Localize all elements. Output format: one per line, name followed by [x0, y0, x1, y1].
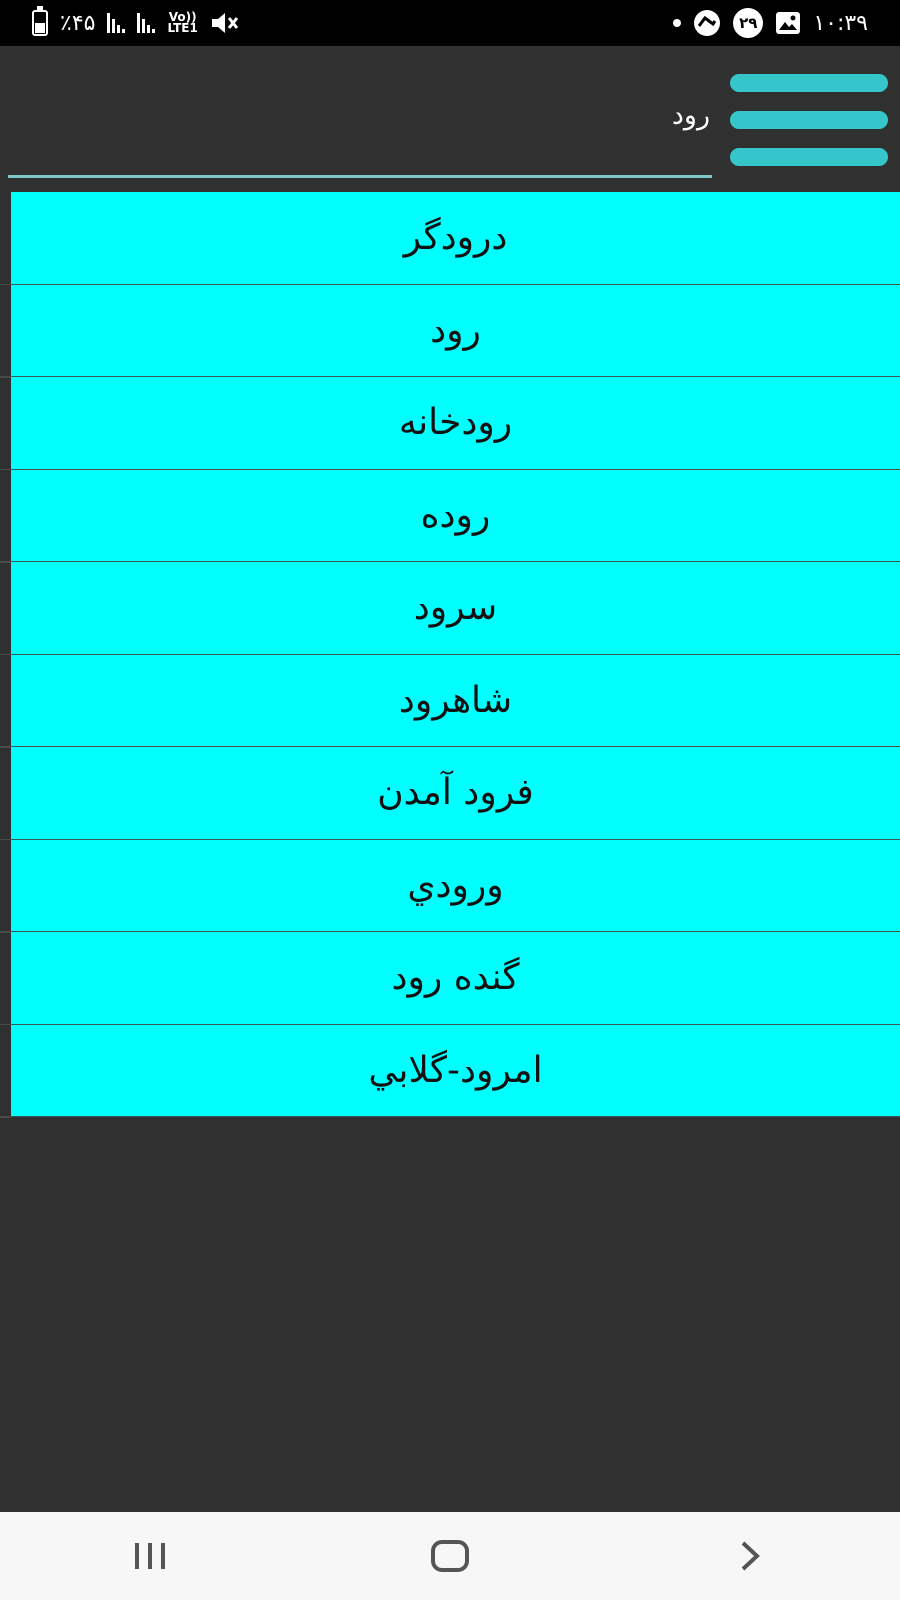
signal-strength-icon-2	[137, 13, 156, 33]
battery-percentage: ٪۴۵	[60, 10, 96, 36]
back-icon	[741, 1541, 760, 1571]
search-input[interactable]	[8, 86, 712, 178]
list-item-label: گنده رود	[391, 957, 520, 999]
menu-button[interactable]	[730, 74, 890, 166]
list-item[interactable]: سرود	[0, 562, 900, 655]
list-item-label: امرود-گلابي	[368, 1049, 543, 1091]
recent-apps-button[interactable]	[110, 1526, 190, 1586]
recent-apps-icon	[135, 1543, 165, 1569]
mute-icon	[211, 13, 239, 33]
list-item[interactable]: رودخانه	[0, 377, 900, 470]
list-item-label: درودگر	[403, 217, 508, 259]
list-item-label: ورودي	[407, 864, 504, 906]
lte-label: LTE1	[167, 21, 198, 35]
list-item[interactable]: رود	[0, 284, 900, 377]
list-item[interactable]: شاهرود	[0, 654, 900, 747]
volte-indicator: Vo)) LTE1	[167, 11, 198, 35]
list-item-label: روده	[420, 494, 491, 536]
system-navigation-bar	[0, 1512, 900, 1600]
notification-dot-icon	[673, 19, 682, 27]
battery-level	[35, 23, 45, 33]
home-icon	[431, 1540, 469, 1572]
home-button[interactable]	[410, 1526, 490, 1586]
list-item[interactable]: فرود آمدن	[0, 747, 900, 840]
status-bar-right: ۲۹ ۱۰:۳۹	[673, 8, 868, 38]
list-item-label: شاهرود	[398, 679, 513, 721]
list-item[interactable]: امرود-گلابي	[0, 1024, 900, 1117]
list-item[interactable]: درودگر	[0, 192, 900, 285]
battery-icon	[32, 6, 48, 36]
signal-strength-icon	[107, 13, 126, 33]
image-icon	[776, 12, 801, 34]
list-item[interactable]: ورودي	[0, 839, 900, 932]
status-bar-left: ٪۴۵ Vo)) LTE1	[32, 6, 240, 36]
app-header	[0, 46, 900, 192]
status-bar: ٪۴۵ Vo)) LTE1 ۲۹ ۱۰:۳۹	[0, 0, 900, 46]
list-item[interactable]: روده	[0, 469, 900, 562]
list-item-label: سرود	[413, 587, 498, 629]
results-list: درودگر رود رودخانه روده سرود شاهرود فرود…	[0, 192, 900, 1117]
list-item[interactable]: گنده رود	[0, 932, 900, 1025]
clock: ۱۰:۳۹	[813, 10, 868, 36]
list-item-label: فرود آمدن	[377, 772, 534, 814]
notification-count-badge: ۲۹	[733, 8, 764, 38]
app-notification-icon	[694, 10, 721, 36]
list-item-label: رود	[430, 309, 481, 351]
list-item-label: رودخانه	[398, 402, 513, 444]
back-button[interactable]	[710, 1526, 790, 1586]
